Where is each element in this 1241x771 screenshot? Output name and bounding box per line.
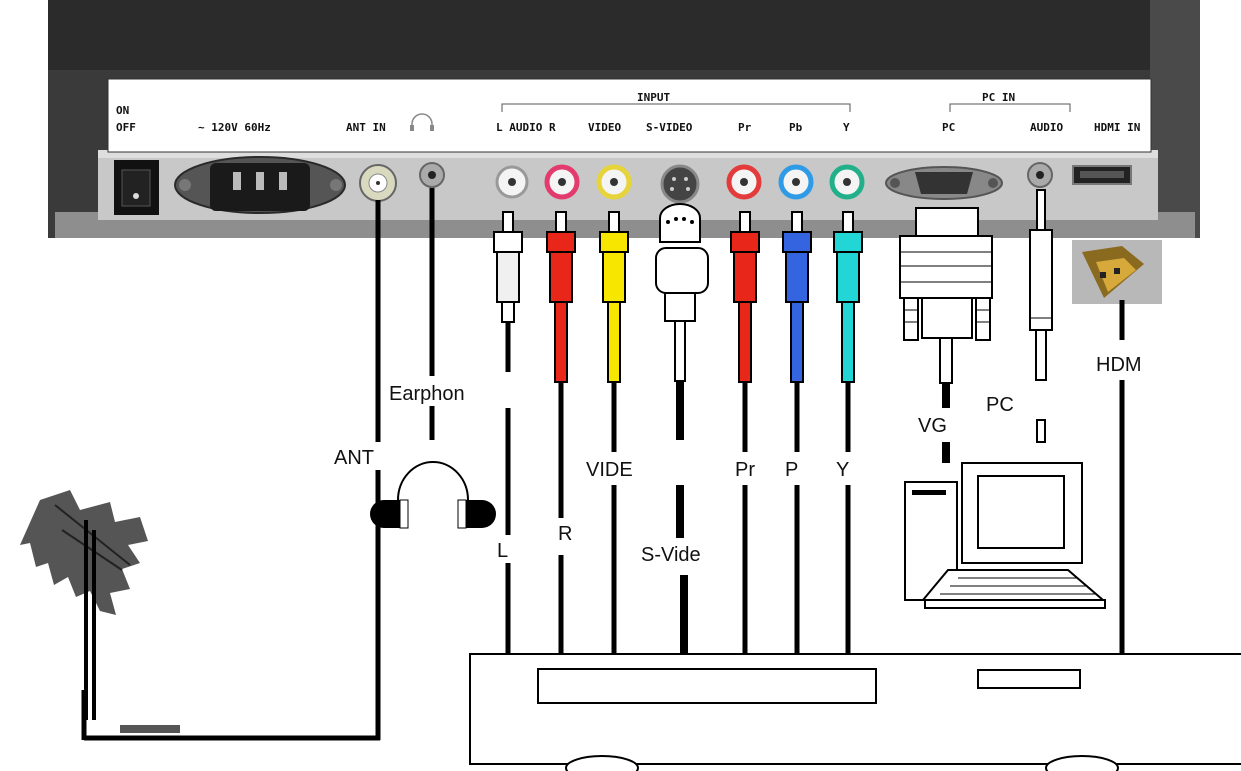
- pr-port: [726, 164, 762, 200]
- pc-label: PC: [942, 121, 955, 134]
- svideo-cable-label: S-Vide: [641, 544, 701, 566]
- ant-in-port: [359, 164, 397, 202]
- audio-label: L AUDIO R: [496, 121, 556, 134]
- earphone-port: [419, 162, 445, 188]
- ant-cable-label: ANT: [334, 447, 374, 469]
- pc-in-label: PC IN: [982, 91, 1015, 104]
- audio-r-port: [544, 164, 580, 200]
- y-label: Y: [843, 121, 850, 134]
- pc-cable-label: PC: [986, 394, 1014, 416]
- l-cable-label: L: [497, 540, 508, 562]
- hdmi-in-label: HDMI IN: [1094, 121, 1140, 134]
- power-label: ~ 120V 60Hz: [198, 121, 271, 134]
- pb-cable-label: P: [785, 459, 798, 481]
- rca-plug-icon: [730, 211, 760, 655]
- off-label: OFF: [116, 121, 136, 134]
- y-port: [829, 164, 865, 200]
- connection-diagram: ON OFF ~ 120V 60Hz ANT IN INPUT L AUDIO …: [20, 0, 1241, 771]
- input-label: INPUT: [637, 91, 670, 104]
- earphone-cable-label: Earphon: [389, 383, 465, 405]
- power-socket: [174, 156, 346, 214]
- svideo-port: [660, 164, 700, 204]
- hdmi-cable-label: HDM: [1096, 354, 1142, 376]
- rca-plug-icon: [599, 211, 629, 655]
- vga-cable-label: VG: [918, 415, 947, 437]
- rca-plug-icon: [833, 211, 863, 655]
- hdmi-port: [1072, 165, 1132, 185]
- power-switch: [114, 160, 159, 215]
- audio-l-port: [495, 165, 529, 199]
- video-cable-label: VIDE: [586, 459, 633, 481]
- computer-icon: [904, 462, 1106, 609]
- headphone-icon: [370, 461, 496, 529]
- pb-label: Pb: [789, 121, 803, 134]
- rca-plug-icon: [493, 211, 523, 655]
- source-device: [469, 653, 1241, 771]
- pr-label: Pr: [738, 121, 752, 134]
- video-port: [596, 164, 632, 200]
- vga-port: [885, 166, 1003, 200]
- on-label: ON: [116, 104, 129, 117]
- y-cable-label: Y: [836, 459, 849, 481]
- pb-port: [778, 164, 814, 200]
- svideo-label: S-VIDEO: [646, 121, 693, 134]
- video-label: VIDEO: [588, 121, 621, 134]
- rca-plug-icon: [546, 211, 576, 655]
- pr-cable-label: Pr: [735, 459, 755, 481]
- rca-plug-icon: [782, 211, 812, 655]
- ant-in-label: ANT IN: [346, 121, 386, 134]
- svideo-plug-icon: [655, 203, 709, 655]
- pc-audio-label: AUDIO: [1030, 121, 1063, 134]
- r-cable-label: R: [558, 523, 572, 545]
- pc-audio-port: [1027, 162, 1053, 188]
- antenna-icon: [20, 490, 180, 733]
